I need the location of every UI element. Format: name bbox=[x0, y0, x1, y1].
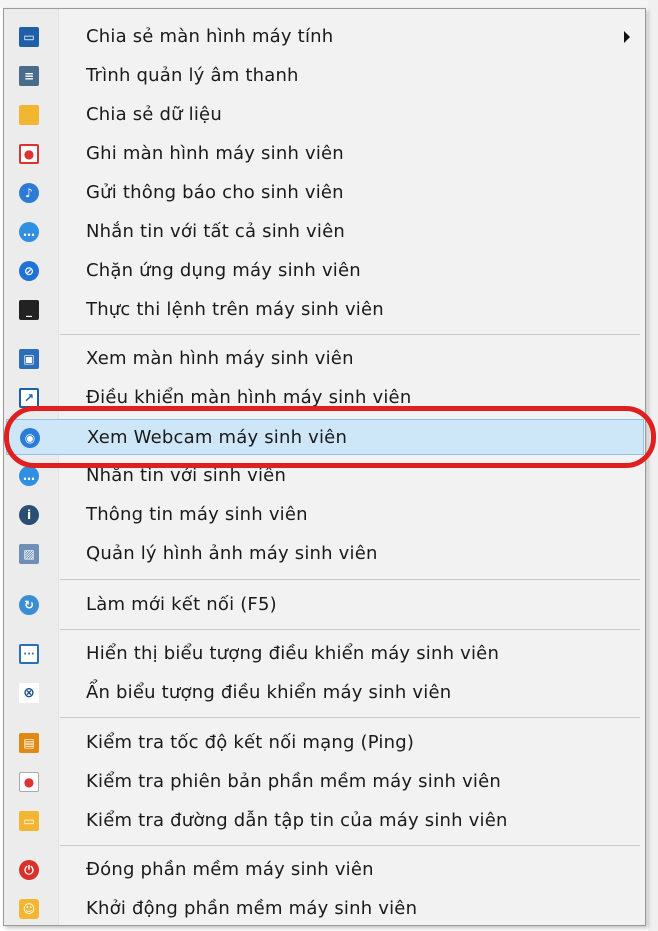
menu-item-view-screen[interactable]: ▣ Xem màn hình máy sinh viên bbox=[6, 341, 644, 377]
menu-item-show-toolbar[interactable]: ··· Hiển thị biểu tượng điều khiển máy s… bbox=[6, 636, 644, 672]
menu-item-file-path-check[interactable]: ▭ Kiểm tra đường dẫn tập tin của máy sin… bbox=[6, 803, 644, 839]
menu-item-label: Nhắn tin với tất cả sinh viên bbox=[86, 221, 345, 242]
chat-all-icon: … bbox=[19, 222, 39, 242]
menu-item-version-check[interactable]: ● Kiểm tra phiên bản phần mềm máy sinh v… bbox=[6, 764, 644, 800]
show-toolbar-icon: ··· bbox=[19, 644, 39, 664]
start-app-icon: ☺ bbox=[19, 899, 39, 919]
refresh-icon: ↻ bbox=[19, 595, 39, 615]
menu-item-label: Chia sẻ dữ liệu bbox=[86, 104, 222, 125]
menu-item-view-webcam[interactable]: ◉ Xem Webcam máy sinh viên bbox=[6, 419, 644, 455]
menu-item-record-screen[interactable]: ● Ghi màn hình máy sinh viên bbox=[6, 136, 644, 172]
menu-item-label: Điều khiển màn hình máy sinh viên bbox=[86, 387, 412, 408]
hide-icon: ⊗ bbox=[19, 683, 39, 703]
menu-item-message-all[interactable]: … Nhắn tin với tất cả sinh viên bbox=[6, 214, 644, 250]
audio-manager-icon: ≡ bbox=[19, 66, 39, 86]
menu-item-hide-toolbar[interactable]: ⊗ Ẩn biểu tượng điều khiển máy sinh viên bbox=[6, 675, 644, 711]
chat-icon: … bbox=[19, 466, 39, 486]
remote-control-icon: ↗ bbox=[19, 388, 39, 408]
broadcast-icon: ♪ bbox=[19, 183, 39, 203]
menu-item-label: Thông tin máy sinh viên bbox=[86, 504, 308, 525]
menu-item-label: Khởi động phần mềm máy sinh viên bbox=[86, 898, 418, 919]
menu-item-label: Kiểm tra đường dẫn tập tin của máy sinh … bbox=[86, 810, 508, 831]
ping-icon: ▤ bbox=[19, 733, 39, 753]
menu-item-run-command[interactable]: _ Thực thi lệnh trên máy sinh viên bbox=[6, 292, 644, 328]
block-app-icon: ⊘ bbox=[19, 261, 39, 281]
background-top bbox=[0, 0, 658, 8]
menu-separator bbox=[60, 845, 640, 846]
view-screen-icon: ▣ bbox=[19, 349, 39, 369]
menu-item-label: Làm mới kết nối (F5) bbox=[86, 594, 277, 615]
menu-separator bbox=[60, 334, 640, 335]
menu-item-close-software[interactable]: ⏻ Đóng phần mềm máy sinh viên bbox=[6, 852, 644, 888]
menu-item-label: Xem Webcam máy sinh viên bbox=[87, 427, 348, 448]
version-check-icon: ● bbox=[19, 772, 39, 792]
webcam-icon: ◉ bbox=[20, 428, 40, 448]
menu-item-student-info[interactable]: i Thông tin máy sinh viên bbox=[6, 497, 644, 533]
screen-record-icon: ● bbox=[19, 144, 39, 164]
info-icon: i bbox=[19, 505, 39, 525]
menu-separator bbox=[60, 717, 640, 718]
menu-item-ping-test[interactable]: ▤ Kiểm tra tốc độ kết nối mạng (Ping) bbox=[6, 725, 644, 761]
file-path-icon: ▭ bbox=[19, 811, 39, 831]
submenu-arrow-icon bbox=[624, 31, 630, 43]
power-icon: ⏻ bbox=[19, 860, 39, 880]
menu-item-start-software[interactable]: ☺ Khởi động phần mềm máy sinh viên bbox=[6, 891, 644, 927]
menu-item-share-screen[interactable]: ▭ Chia sẻ màn hình máy tính bbox=[6, 19, 644, 55]
command-icon: _ bbox=[19, 300, 39, 320]
context-menu: ▭ Chia sẻ màn hình máy tính ≡ Trình quản… bbox=[3, 8, 646, 926]
menu-separator bbox=[60, 579, 640, 580]
menu-item-label: Nhắn tin với sinh viên bbox=[86, 465, 287, 486]
menu-item-label: Kiểm tra phiên bản phần mềm máy sinh viê… bbox=[86, 771, 502, 792]
menu-separator bbox=[60, 629, 640, 630]
menu-item-label: Trình quản lý âm thanh bbox=[86, 65, 299, 86]
menu-item-label: Hiển thị biểu tượng điều khiển máy sinh … bbox=[86, 643, 500, 664]
menu-item-refresh-connection[interactable]: ↻ Làm mới kết nối (F5) bbox=[6, 587, 644, 623]
menu-item-control-screen[interactable]: ↗ Điều khiển màn hình máy sinh viên bbox=[6, 380, 644, 416]
menu-item-audio-manager[interactable]: ≡ Trình quản lý âm thanh bbox=[6, 58, 644, 94]
menu-item-block-apps[interactable]: ⊘ Chặn ứng dụng máy sinh viên bbox=[6, 253, 644, 289]
menu-item-message-student[interactable]: … Nhắn tin với sinh viên bbox=[6, 458, 644, 494]
menu-item-label: Đóng phần mềm máy sinh viên bbox=[86, 859, 374, 880]
background-right bbox=[648, 0, 658, 931]
image-manager-icon: ▨ bbox=[19, 544, 39, 564]
menu-item-share-data[interactable]: Chia sẻ dữ liệu bbox=[6, 97, 644, 133]
share-screen-icon: ▭ bbox=[19, 27, 39, 47]
menu-item-label: Thực thi lệnh trên máy sinh viên bbox=[86, 299, 384, 320]
menu-item-label: Ẩn biểu tượng điều khiển máy sinh viên bbox=[86, 682, 452, 703]
menu-item-image-manager[interactable]: ▨ Quản lý hình ảnh máy sinh viên bbox=[6, 536, 644, 572]
menu-item-label: Xem màn hình máy sinh viên bbox=[86, 348, 354, 369]
menu-item-label: Chia sẻ màn hình máy tính bbox=[86, 26, 334, 47]
menu-item-label: Quản lý hình ảnh máy sinh viên bbox=[86, 543, 378, 564]
folder-share-icon bbox=[19, 105, 39, 125]
menu-item-send-notification[interactable]: ♪ Gửi thông báo cho sinh viên bbox=[6, 175, 644, 211]
menu-item-label: Gửi thông báo cho sinh viên bbox=[86, 182, 344, 203]
menu-item-label: Kiểm tra tốc độ kết nối mạng (Ping) bbox=[86, 732, 415, 753]
menu-item-label: Chặn ứng dụng máy sinh viên bbox=[86, 260, 361, 281]
menu-item-label: Ghi màn hình máy sinh viên bbox=[86, 143, 344, 164]
